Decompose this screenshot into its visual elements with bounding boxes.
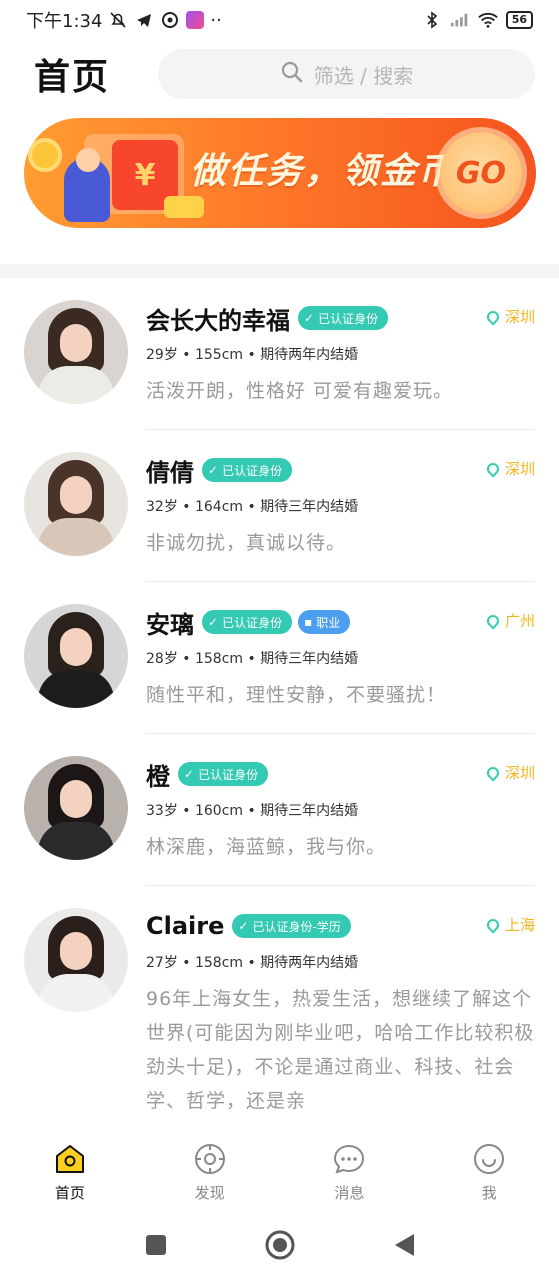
location: 深圳 bbox=[484, 762, 535, 783]
go-button[interactable]: GO bbox=[440, 132, 522, 214]
status-bar: 下午1:34 ·· 56 bbox=[0, 0, 559, 40]
nav-home[interactable]: 首页 bbox=[0, 1130, 140, 1214]
search-icon bbox=[280, 60, 304, 89]
smiley-icon bbox=[472, 1142, 506, 1176]
nav-discover[interactable]: 发现 bbox=[140, 1130, 280, 1214]
nav-label: 首页 bbox=[54, 1183, 85, 1202]
briefcase-icon: ▪ bbox=[304, 615, 313, 629]
nav-label: 消息 bbox=[334, 1183, 365, 1202]
profile-meta: 29岁 • 155cm • 期待两年内结婚 bbox=[146, 347, 359, 363]
profile-meta: 33岁 • 160cm • 期待三年内结婚 bbox=[146, 803, 359, 819]
bottom-nav: 首页 发现 消息 我 bbox=[0, 1130, 559, 1214]
back-button[interactable] bbox=[392, 1232, 416, 1262]
profile-card[interactable]: 橙 ✓ 已认证身份 深圳 33岁 • 160cm • 期待三年内结婚 林深鹿，海… bbox=[0, 734, 559, 886]
location: 深圳 bbox=[484, 458, 535, 479]
profile-meta: 28岁 • 158cm • 期待三年内结婚 bbox=[146, 651, 359, 667]
profile-card[interactable]: 会长大的幸福 ✓ 已认证身份 深圳 29岁 • 155cm • 期待两年内结婚 … bbox=[0, 278, 559, 430]
location: 深圳 bbox=[484, 306, 535, 327]
home-icon bbox=[53, 1142, 87, 1176]
location: 广州 bbox=[484, 610, 535, 631]
aperture-icon bbox=[160, 10, 180, 30]
status-more: ·· bbox=[210, 9, 222, 31]
profile-bio: 林深鹿，海蓝鲸，我与你。 bbox=[146, 836, 387, 858]
profile-bio: 随性平和，理性安静，不要骚扰！ bbox=[146, 684, 447, 706]
wifi-icon bbox=[477, 10, 498, 30]
system-nav-bar bbox=[0, 1214, 559, 1280]
profile-name: 倩倩 bbox=[146, 458, 194, 487]
verified-badge: ✓ 已认证身份 bbox=[178, 762, 269, 786]
banner-figure-head bbox=[76, 148, 100, 172]
nav-me[interactable]: 我 bbox=[419, 1130, 559, 1214]
profile-bio: 96年上海女生，热爱生活，想继续了解这个世界(可能因为刚毕业吧，哈哈工作比较积极… bbox=[146, 988, 535, 1112]
nav-label: 我 bbox=[481, 1183, 497, 1202]
chat-bubble-icon bbox=[332, 1142, 366, 1176]
bluetooth-icon bbox=[422, 10, 442, 30]
search-placeholder: 筛选 / 搜索 bbox=[313, 63, 414, 88]
muted-bell-icon bbox=[108, 10, 128, 30]
nav-messages[interactable]: 消息 bbox=[280, 1130, 420, 1214]
location: 上海 bbox=[484, 914, 535, 935]
page-title: 首页 bbox=[34, 57, 111, 98]
profile-card[interactable]: 安璃 ✓ 已认证身份 ▪ 职业 广州 28岁 • 158cm • 期待三年内结婚… bbox=[0, 582, 559, 734]
avatar[interactable] bbox=[24, 756, 128, 860]
coins-stack-icon bbox=[164, 196, 204, 218]
compass-icon bbox=[193, 1142, 227, 1176]
section-divider bbox=[0, 264, 559, 278]
avatar[interactable] bbox=[24, 908, 128, 1012]
verified-badge: ✓ 已认证身份 bbox=[202, 458, 293, 482]
profile-card[interactable]: Claire ✓ 已认证身份-学历 上海 27岁 • 158cm • 期待两年内… bbox=[0, 886, 559, 1130]
location-pin-icon bbox=[484, 916, 502, 933]
check-icon: ✓ bbox=[238, 919, 249, 933]
battery-indicator: 56 bbox=[505, 11, 533, 29]
avatar[interactable] bbox=[24, 452, 128, 556]
location-pin-icon bbox=[484, 460, 502, 477]
banner-text: 做任务，领金币 bbox=[190, 151, 457, 192]
profile-meta: 27岁 • 158cm • 期待两年内结婚 bbox=[146, 955, 359, 971]
telegram-icon bbox=[134, 10, 154, 30]
job-badge: ▪ 职业 bbox=[298, 610, 351, 634]
profile-name: 会长大的幸福 bbox=[146, 306, 290, 335]
avatar[interactable] bbox=[24, 604, 128, 708]
location-pin-icon bbox=[484, 612, 502, 629]
check-icon: ✓ bbox=[208, 463, 219, 477]
profile-name: 橙 bbox=[146, 762, 170, 791]
profile-meta: 32岁 • 164cm • 期待三年内结婚 bbox=[146, 499, 359, 515]
profile-card[interactable]: 倩倩 ✓ 已认证身份 深圳 32岁 • 164cm • 期待三年内结婚 非诚勿扰… bbox=[0, 430, 559, 582]
coin-icon bbox=[28, 138, 62, 172]
verified-badge: ✓ 已认证身份-学历 bbox=[232, 914, 351, 938]
profile-list: 会长大的幸福 ✓ 已认证身份 深圳 29岁 • 155cm • 期待两年内结婚 … bbox=[0, 278, 559, 1130]
check-icon: ✓ bbox=[304, 311, 315, 325]
profile-bio: 非诚勿扰，真诚以待。 bbox=[146, 532, 347, 554]
avatar[interactable] bbox=[24, 300, 128, 404]
location-pin-icon bbox=[484, 308, 502, 325]
verified-badge: ✓ 已认证身份 bbox=[298, 306, 389, 330]
header: 首页 筛选 / 搜索 bbox=[0, 44, 559, 104]
check-icon: ✓ bbox=[208, 615, 219, 629]
check-icon: ✓ bbox=[184, 767, 195, 781]
recents-button[interactable] bbox=[144, 1233, 168, 1261]
status-time: 下午1:34 bbox=[26, 11, 103, 32]
profile-name: Claire bbox=[146, 912, 225, 940]
nav-label: 发现 bbox=[194, 1183, 225, 1202]
search-input[interactable]: 筛选 / 搜索 bbox=[158, 49, 535, 99]
verified-badge: ✓ 已认证身份 bbox=[202, 610, 293, 634]
profile-name: 安璃 bbox=[146, 610, 194, 639]
task-banner[interactable]: ¥ 做任务，领金币 GO bbox=[24, 118, 536, 228]
profile-bio: 活泼开朗，性格好 可爱有趣爱玩。 bbox=[146, 380, 454, 402]
location-pin-icon bbox=[484, 764, 502, 781]
app-notification-icon bbox=[186, 11, 205, 29]
signal-icon bbox=[450, 10, 470, 30]
home-button[interactable] bbox=[264, 1229, 296, 1265]
